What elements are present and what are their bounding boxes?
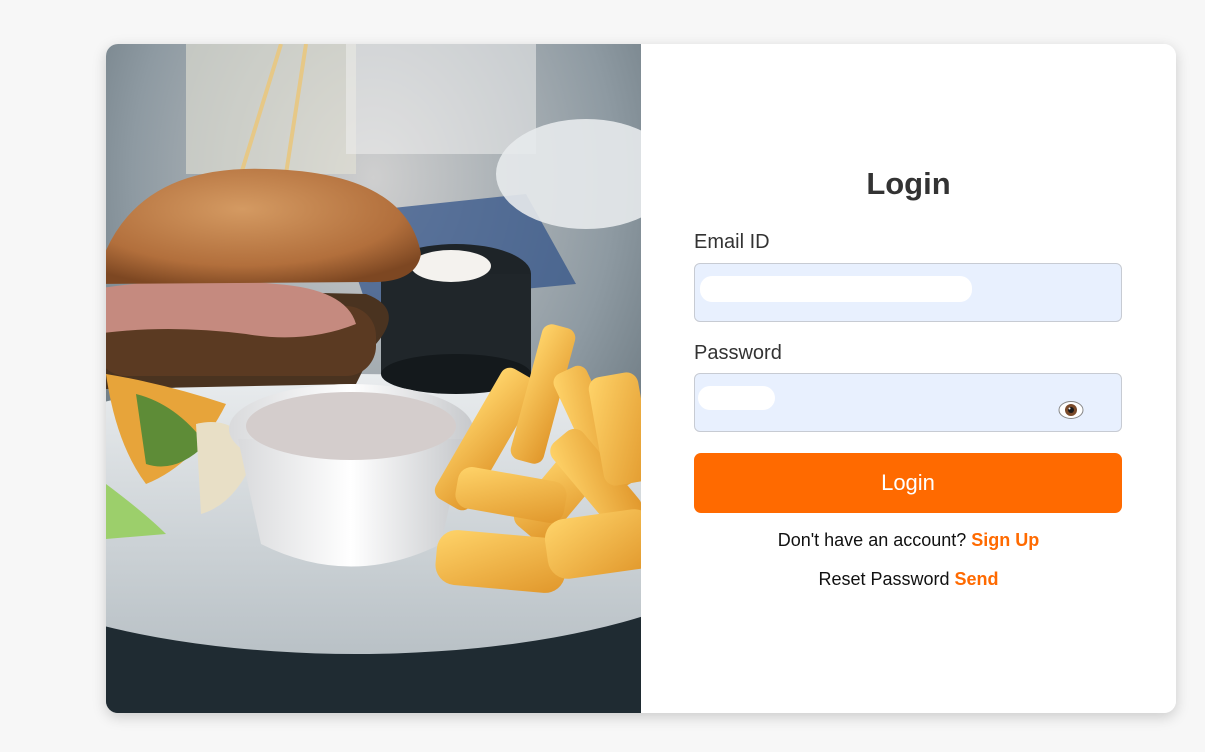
reset-prompt: Reset Password [818,569,950,589]
email-field[interactable] [694,263,1122,322]
page-title: Login [866,166,951,201]
login-button[interactable]: Login [694,453,1122,513]
signup-prompt: Don't have an account? [777,530,967,550]
eye-icon[interactable] [1058,400,1084,420]
reset-password-line: Reset Password Send [641,569,1176,590]
send-link[interactable]: Send [955,569,999,589]
login-card: Login Email ID Password Login Don't have… [106,44,1176,713]
food-photo [106,44,641,713]
signup-line: Don't have an account? Sign Up [641,530,1176,551]
login-form-panel: Login Email ID Password Login Don't have… [641,44,1176,713]
burger-fries-illustration [106,44,641,713]
password-field[interactable] [694,373,1122,432]
redacted-password-value [698,386,775,410]
password-label: Password [694,342,782,364]
redacted-email-value [700,276,972,302]
signup-link[interactable]: Sign Up [971,530,1039,550]
email-label: Email ID [694,231,770,253]
